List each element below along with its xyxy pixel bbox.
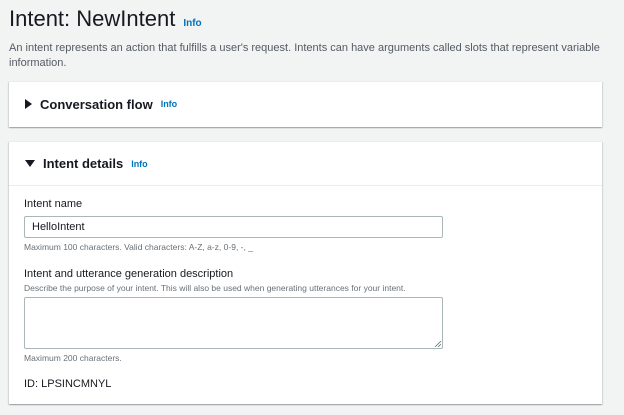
intent-details-info-link[interactable]: Info	[131, 159, 148, 169]
description-sublabel: Describe the purpose of your intent. Thi…	[24, 283, 406, 293]
conversation-flow-panel: Conversation flow Info	[9, 81, 602, 127]
intent-page: Intent: NewIntent Info An intent represe…	[0, 0, 624, 415]
caret-right-icon	[25, 99, 32, 109]
intent-name-label: Intent name	[24, 198, 83, 210]
intent-id: ID: LPSINCMNYL	[24, 378, 112, 390]
description-label: Intent and utterance generation descript…	[24, 268, 234, 280]
intent-name-input[interactable]	[24, 216, 443, 238]
description-hint: Maximum 200 characters.	[24, 353, 122, 363]
header-info-link[interactable]: Info	[183, 18, 201, 29]
conversation-flow-toggle[interactable]: Conversation flow Info	[9, 82, 602, 126]
intent-details-panel: Intent details Info Intent name Maximum …	[9, 141, 602, 404]
description-textarea[interactable]	[24, 297, 443, 349]
intent-details-title: Intent details	[43, 156, 124, 171]
page-description: An intent represents an action that fulf…	[9, 42, 600, 69]
page-title: Intent: NewIntent	[9, 6, 176, 31]
conversation-flow-title: Conversation flow	[40, 96, 153, 112]
intent-details-toggle[interactable]: Intent details Info	[9, 142, 602, 186]
resize-grip-icon[interactable]	[434, 340, 441, 347]
intent-name-hint: Maximum 100 characters. Valid characters…	[24, 242, 253, 252]
caret-down-icon	[25, 160, 35, 167]
conversation-flow-info-link[interactable]: Info	[161, 99, 178, 109]
page-header: Intent: NewIntent Info	[9, 6, 202, 32]
